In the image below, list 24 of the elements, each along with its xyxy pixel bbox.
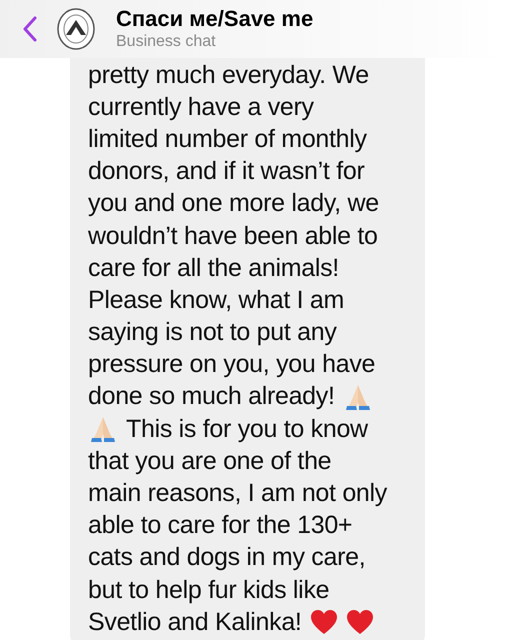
heart-icon	[310, 609, 338, 636]
message-text: care for all the animals!	[88, 254, 339, 283]
message-text: currently have a very	[88, 92, 314, 122]
message-text: Please know, what I am	[88, 286, 344, 315]
message-text: pressure on you, you have	[88, 350, 376, 380]
message-text: limited number of monthly	[88, 124, 367, 154]
message-text: This is for you to know	[126, 414, 368, 444]
message-text: you and one more lady, we	[88, 189, 379, 218]
message-text: donors, and if it wasn’t for	[88, 157, 364, 186]
back-icon[interactable]	[22, 16, 38, 42]
chat-title: Спаси ме/Save me	[116, 6, 314, 32]
message-text: able to care for the 130+	[88, 511, 352, 540]
message-text: pretty much everyday. We	[88, 60, 369, 90]
message-text: main reasons, I am not only	[88, 479, 387, 508]
avatar-icon[interactable]	[56, 7, 96, 51]
message-text: saying is not to put any	[88, 318, 337, 348]
chat-subtitle: Business chat	[116, 32, 217, 52]
heart-icon	[346, 609, 374, 636]
message-text: wouldn’t have been able to	[88, 222, 378, 251]
message-text: that you are one of the	[88, 446, 332, 476]
message-text: done so much already!	[88, 382, 335, 412]
message-text: Svetlio and Kalinka!	[88, 608, 302, 637]
message-text: cats and dogs in my care,	[88, 543, 366, 572]
message-text: but to help fur kids like	[88, 576, 330, 605]
